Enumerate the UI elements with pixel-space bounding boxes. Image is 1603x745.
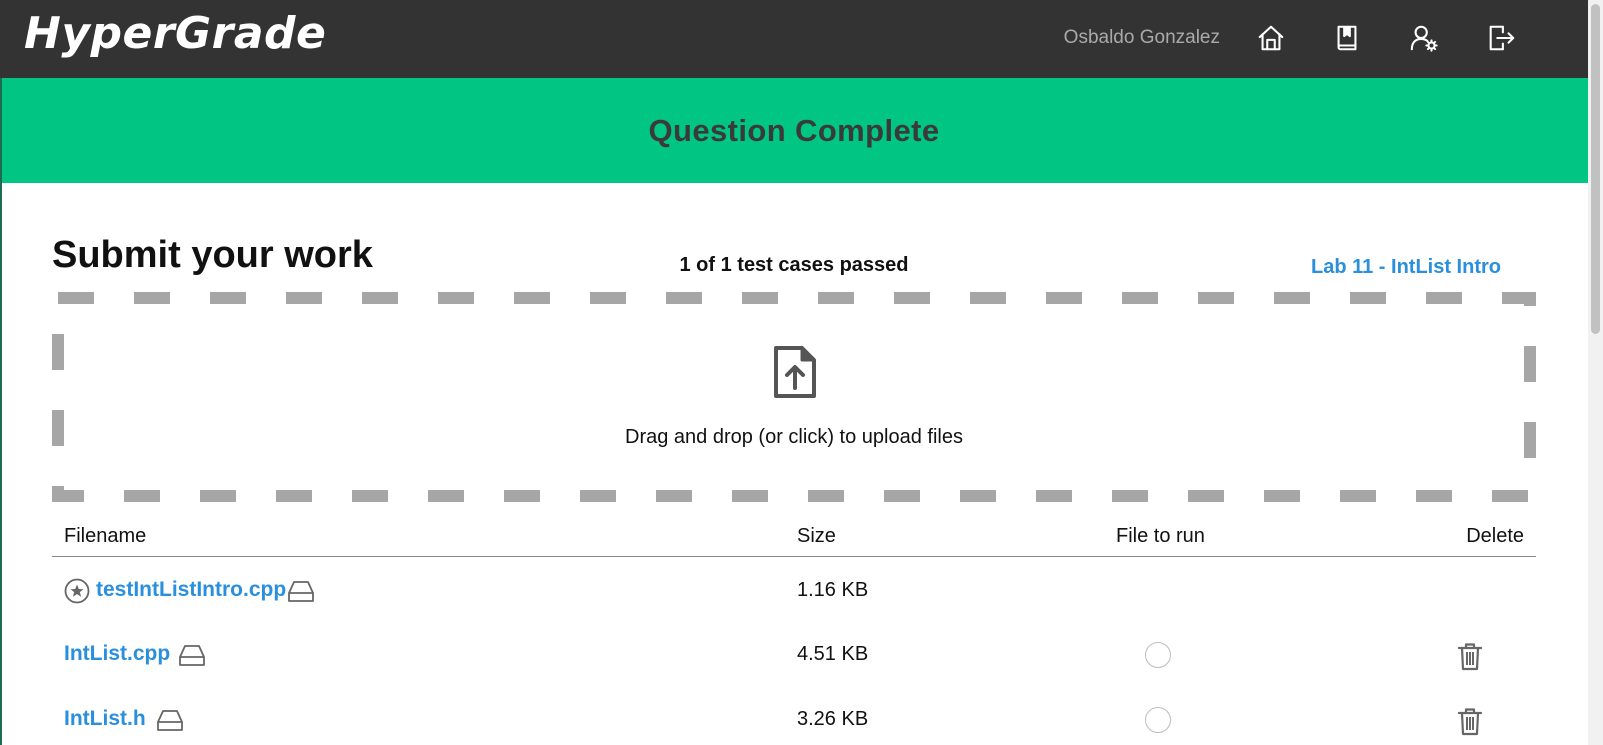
- file-to-run-radio[interactable]: [1145, 707, 1171, 733]
- logout-icon[interactable]: [1485, 22, 1517, 54]
- col-file-to-run: File to run: [1116, 525, 1205, 547]
- dropzone-text: Drag and drop (or click) to upload files: [625, 426, 963, 448]
- home-icon[interactable]: [1255, 22, 1287, 54]
- page-edge: [0, 78, 2, 745]
- file-size: 3.26 KB: [797, 708, 869, 730]
- download-drive-icon[interactable]: [178, 641, 206, 669]
- table-header: Filename Size File to run Delete: [52, 520, 1536, 557]
- files-table: Filename Size File to run Delete testInt…: [52, 520, 1536, 745]
- table-row: testIntListIntro.cpp 1.16 KB: [52, 557, 1536, 623]
- main-file-star-icon: [64, 578, 90, 604]
- file-link[interactable]: IntList.cpp: [64, 642, 170, 666]
- lab-link[interactable]: Lab 11 - IntList Intro: [1311, 256, 1501, 279]
- download-drive-icon[interactable]: [287, 577, 315, 605]
- file-link[interactable]: testIntListIntro.cpp: [96, 578, 286, 602]
- col-filename: Filename: [64, 525, 147, 547]
- file-to-run-radio[interactable]: [1145, 642, 1171, 668]
- upload-file-icon: [774, 346, 816, 398]
- trash-icon[interactable]: [1455, 706, 1485, 736]
- status-banner: Question Complete: [0, 78, 1588, 183]
- upload-dropzone[interactable]: Drag and drop (or click) to upload files: [52, 292, 1536, 502]
- page-scrollbar[interactable]: [1588, 0, 1603, 745]
- user-settings-icon[interactable]: [1408, 22, 1440, 54]
- table-row: IntList.cpp 4.51 KB: [52, 623, 1536, 689]
- table-row: IntList.h 3.26 KB: [52, 689, 1536, 745]
- app-logo[interactable]: HyperGrade: [24, 8, 326, 59]
- book-icon[interactable]: [1331, 22, 1363, 54]
- scrollbar-thumb[interactable]: [1591, 4, 1600, 334]
- col-delete: Delete: [1466, 525, 1524, 547]
- trash-icon[interactable]: [1455, 641, 1485, 671]
- file-size: 1.16 KB: [797, 579, 869, 601]
- download-drive-icon[interactable]: [156, 706, 184, 734]
- col-size: Size: [797, 525, 836, 547]
- user-name: Osbaldo Gonzalez: [1063, 27, 1220, 48]
- page: HyperGrade Osbaldo Gonzalez Question Com…: [0, 0, 1603, 745]
- file-link[interactable]: IntList.h: [64, 707, 146, 731]
- banner-title: Question Complete: [648, 112, 940, 148]
- file-size: 4.51 KB: [797, 643, 869, 665]
- top-navbar: HyperGrade Osbaldo Gonzalez: [0, 0, 1588, 78]
